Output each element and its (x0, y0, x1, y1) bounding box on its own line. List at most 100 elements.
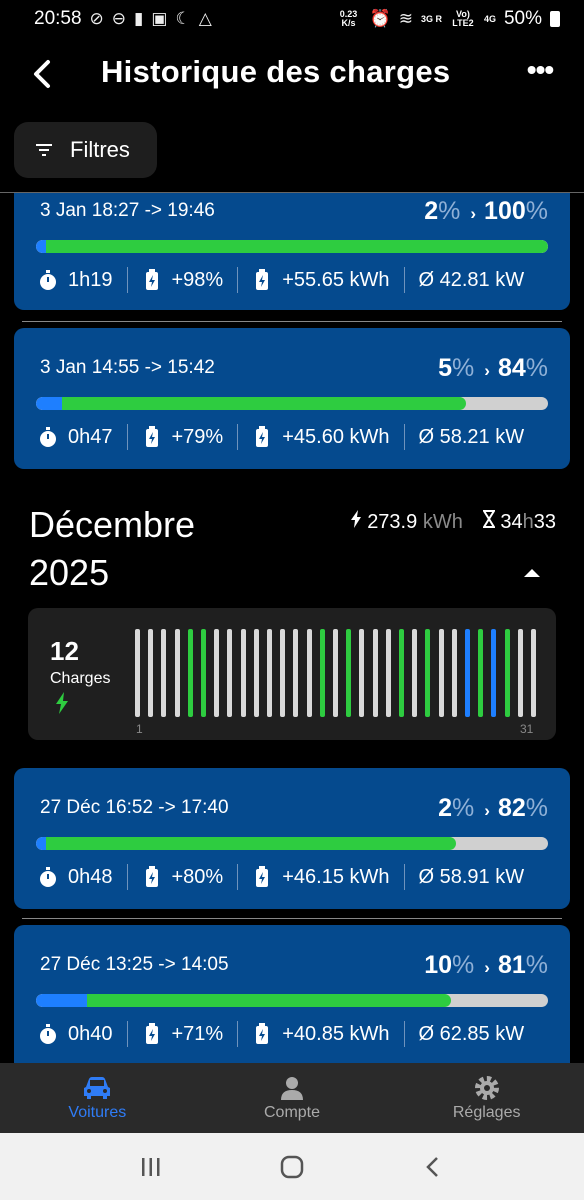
system-navigation (0, 1133, 584, 1200)
day-bar (372, 629, 378, 717)
day-bar (148, 629, 154, 717)
nav-settings[interactable]: Réglages (389, 1063, 584, 1133)
start-percent: 5 (438, 354, 453, 382)
alarm-icon: ⏰ (369, 9, 391, 28)
signal-4g: 4G (483, 13, 496, 24)
car-icon (84, 1077, 111, 1099)
energy-unit: kWh (422, 511, 463, 533)
month-year: 2025 (29, 552, 110, 593)
wifi-icon: ≋ (398, 9, 413, 28)
average-power: Ø 42.81 kW (418, 268, 525, 291)
card-divider (22, 918, 562, 919)
separator (126, 424, 128, 450)
gear-icon (474, 1076, 499, 1100)
separator (403, 1021, 405, 1047)
net-speed: 0.23 K/s (339, 9, 358, 28)
stopwatch-icon (40, 1024, 56, 1044)
charge-stats: 0h48 +80% +46.15 kWh Ø 58.91 kW (38, 864, 548, 890)
day-bar (253, 629, 259, 717)
system-back-button[interactable] (413, 1147, 453, 1187)
check-circle-icon: ⊘ (89, 9, 104, 28)
day-bar (359, 629, 365, 717)
nav-account[interactable]: Compte (195, 1063, 390, 1133)
percent-sign: % (525, 354, 548, 382)
battery-charging-icon (145, 269, 158, 290)
battery-charging-icon (256, 426, 269, 447)
recents-button[interactable] (131, 1147, 171, 1187)
day-bar (280, 629, 286, 717)
app-header: Historique des charges ••• (0, 46, 584, 102)
battery-charging-icon (256, 269, 269, 290)
day-bar (346, 629, 352, 717)
battery-icon (550, 11, 560, 27)
percent-sign: % (452, 951, 475, 979)
battery-charging-icon (145, 1023, 158, 1044)
charge-percent: 2% › 100% (424, 197, 548, 226)
bottom-navigation: Voitures Compte Réglages (0, 1063, 584, 1133)
charge-stats: 1h19 +98% +55.65 kWh Ø 42.81 kW (38, 267, 548, 293)
bar-start (36, 837, 47, 850)
day-bar (385, 629, 391, 717)
day-bar (465, 629, 470, 717)
charge-card[interactable]: 3 Jan 14:55 -> 15:42 5% › 84% 0h47 +79% … (14, 328, 570, 469)
charge-time: 3 Jan 14:55 -> 15:42 (40, 357, 215, 378)
percent-sign: % (452, 354, 475, 382)
chevron-right-icon: › (484, 361, 490, 380)
duration-minutes: 33 (533, 511, 556, 533)
energy-added: +46.15 kWh (282, 865, 390, 888)
duration: 0h47 (68, 425, 113, 448)
chevron-up-icon (524, 569, 540, 577)
filter-icon (36, 144, 52, 156)
signal-3g: 3G R (420, 13, 442, 24)
day-bar (425, 629, 431, 717)
duration-hours: 34 (500, 511, 523, 533)
hourglass-icon (482, 510, 496, 528)
month-energy: 273.9 kWh (350, 510, 463, 534)
day-bar (201, 629, 206, 717)
bar-fill (44, 837, 456, 850)
charge-history-list[interactable]: 3 Jan 18:27 -> 19:46 2% › 100% 1h19 +98%… (0, 193, 584, 1063)
energy-value: 273.9 (367, 511, 418, 533)
charge-progress-bar (36, 994, 548, 1007)
image-icon: ▣ (151, 9, 168, 28)
end-percent: 100 (484, 197, 526, 225)
nav-cars-label: Voitures (68, 1104, 127, 1121)
percent-sign: % (452, 794, 475, 822)
charge-count-label: Charges (50, 670, 111, 687)
day-bar (187, 629, 193, 717)
charge-stats: 0h40 +71% +40.85 kWh Ø 62.85 kW (38, 1021, 548, 1047)
battery-charging-icon (145, 866, 158, 887)
percent-gain: +80% (171, 865, 224, 888)
more-options-button[interactable]: ••• (520, 52, 560, 92)
day-bar (478, 629, 484, 717)
nav-cars[interactable]: Voitures (0, 1063, 195, 1133)
battery-charging-icon (145, 426, 158, 447)
separator (126, 1021, 128, 1047)
percent-sign: % (525, 951, 548, 979)
filters-button[interactable]: Filtres (14, 122, 157, 178)
charge-card[interactable]: 3 Jan 18:27 -> 19:46 2% › 100% 1h19 +98%… (14, 193, 570, 310)
duration: 1h19 (68, 268, 113, 291)
card-divider (22, 321, 562, 322)
separator (403, 424, 405, 450)
duration-h: h (522, 511, 534, 533)
separator (237, 424, 239, 450)
nav-settings-label: Réglages (452, 1104, 521, 1121)
charge-count: 12 (50, 636, 79, 666)
charge-progress-bar (36, 240, 548, 253)
collapse-month-button[interactable] (520, 563, 544, 583)
back-button[interactable] (28, 54, 60, 94)
month-name: Décembre (29, 504, 196, 545)
charge-card[interactable]: 27 Déc 16:52 -> 17:40 2% › 82% 0h48 +80%… (14, 768, 570, 909)
home-button[interactable] (272, 1147, 312, 1187)
moon-icon: ☾ (175, 9, 191, 28)
charge-percent: 5% › 84% (438, 354, 548, 383)
percent-sign: % (525, 197, 548, 225)
more-vert-icon: ••• (526, 54, 554, 85)
charge-card[interactable]: 27 Déc 13:25 -> 14:05 10% › 81% 0h40 +71… (14, 925, 570, 1063)
separator (237, 267, 239, 293)
signal-lte: Vo) LTE2 (452, 9, 474, 28)
charge-progress-bar (36, 397, 548, 410)
month-calendar: 12 Charges 1 31 (28, 608, 556, 740)
day-bar (517, 629, 523, 717)
